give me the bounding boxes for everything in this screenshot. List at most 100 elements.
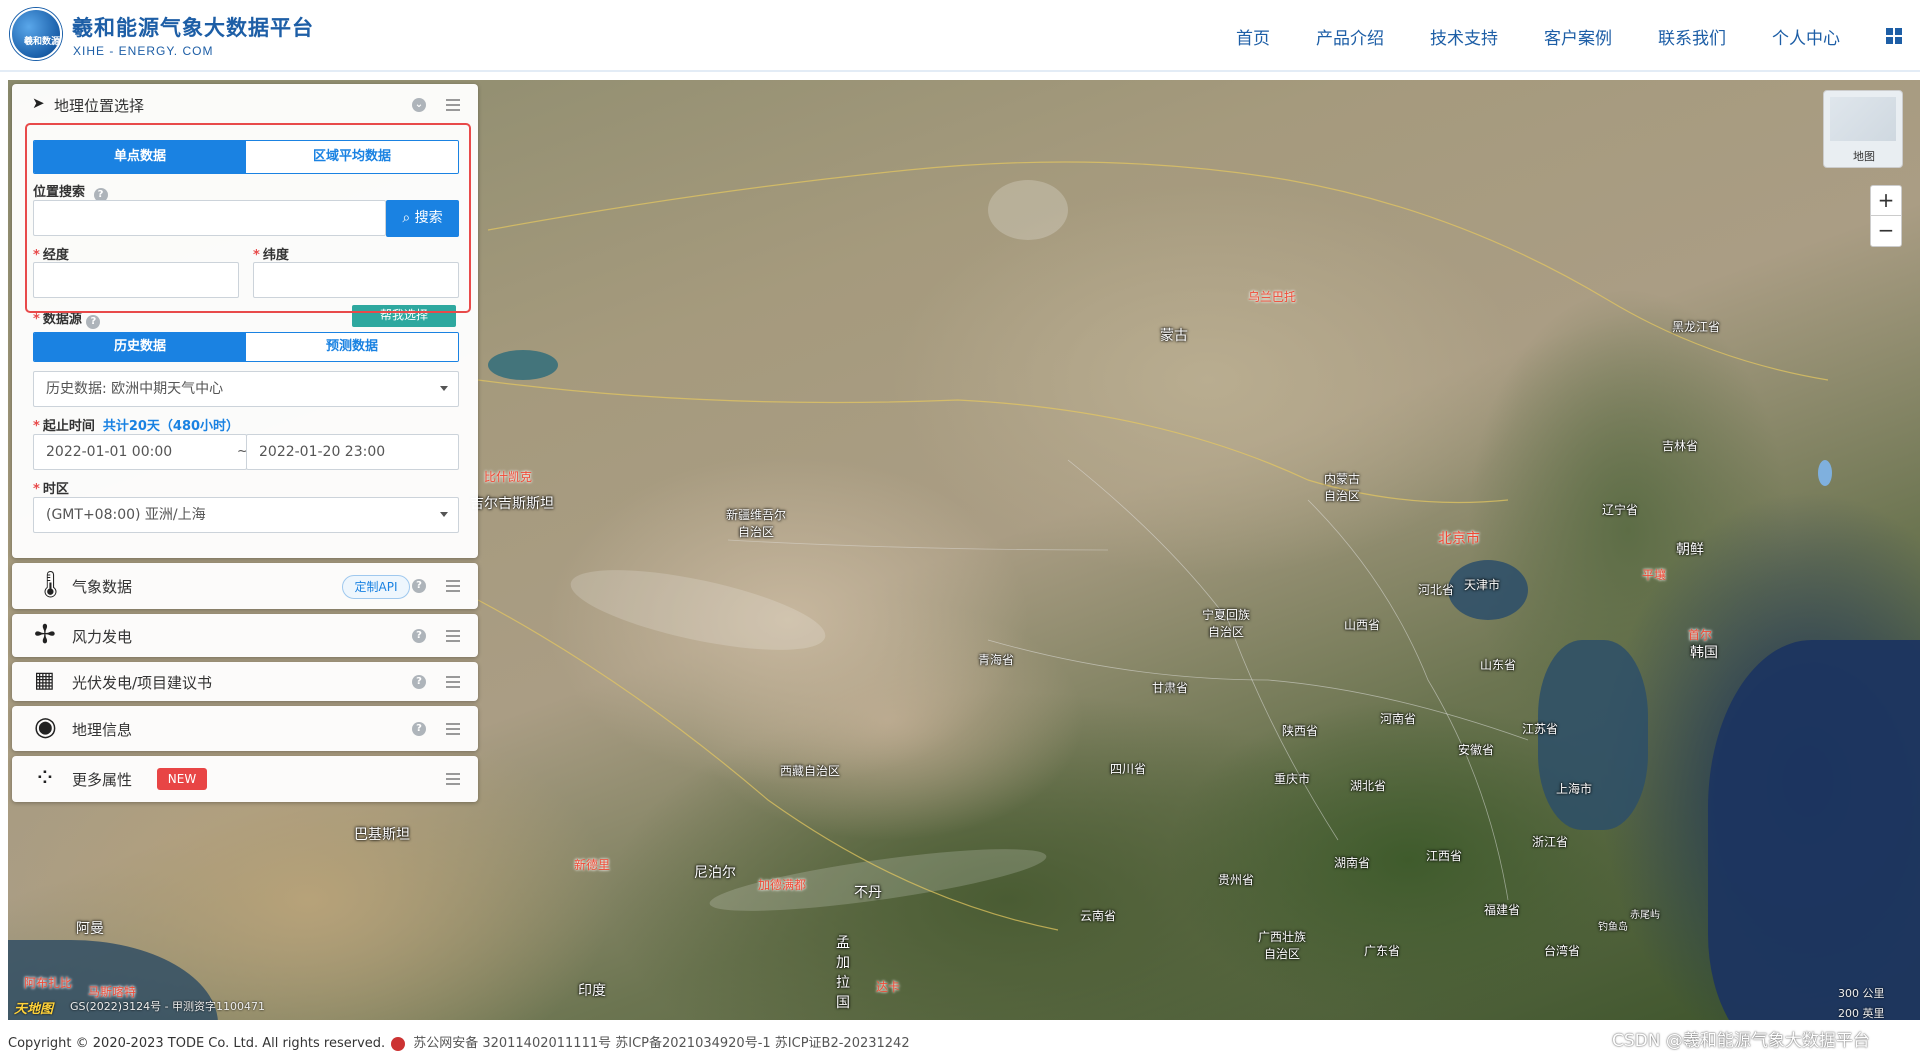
section-weather-data[interactable]: 🌡 气象数据 定制API ? xyxy=(12,563,478,609)
brand-title[interactable]: 羲和能源气象大数据平台 xyxy=(72,12,314,42)
label-hunan: 湖南省 xyxy=(1334,856,1371,870)
nav-user-center[interactable]: 个人中心 xyxy=(1772,24,1840,49)
label-tianjin: 天津市 xyxy=(1464,578,1501,592)
section-geo-info[interactable]: ◉ 地理信息 ? xyxy=(12,706,478,751)
scale-km: 300 公里 xyxy=(1838,987,1885,1000)
minimap-thumbnail xyxy=(1830,97,1896,141)
time-range-label: * 起止时间 共计20天（480小时） xyxy=(33,415,239,434)
logo-text: 羲和数源 xyxy=(23,37,60,47)
label-bangladesh: 孟 加 拉 国 xyxy=(836,932,850,1012)
copyright-text: Copyright © 2020-2023 TODE Co. Ltd. All … xyxy=(8,1036,386,1051)
label-shanxi: 山西省 xyxy=(1344,618,1381,632)
main-nav: 首页 产品介绍 技术支持 客户案例 联系我们 个人中心 xyxy=(1190,24,1840,49)
label-guizhou: 贵州省 xyxy=(1218,873,1255,887)
zoom-controls: + − xyxy=(1870,185,1902,247)
map-license: GS(2022)3124号 - 甲测资字1100471 xyxy=(70,1000,266,1013)
label-bhutan: 不丹 xyxy=(854,885,882,901)
label-bishkek: 比什凯克 xyxy=(484,470,533,484)
drag-handle-icon[interactable] xyxy=(446,630,460,642)
xinjiang-text: 新疆维吾尔 自治区 xyxy=(726,508,787,539)
datasource-select[interactable]: 历史数据: 欧洲中期天气中心 xyxy=(33,371,459,407)
nav-products[interactable]: 产品介绍 xyxy=(1316,24,1384,49)
drag-handle-icon[interactable] xyxy=(446,773,460,785)
new-badge: NEW xyxy=(157,768,207,790)
panel-title: 地理位置选择 xyxy=(54,97,145,115)
nav-cases[interactable]: 客户案例 xyxy=(1544,24,1612,49)
label-mongolia: 蒙古 xyxy=(1160,328,1188,344)
section-label: 更多属性 xyxy=(72,771,133,789)
highlight-box xyxy=(25,123,471,313)
section-label: 气象数据 xyxy=(72,578,133,596)
time-summary: 共计20天（480小时） xyxy=(102,419,240,434)
custom-api-button[interactable]: 定制API xyxy=(342,575,410,599)
required-star: * xyxy=(33,482,40,497)
nav-support[interactable]: 技术支持 xyxy=(1430,24,1498,49)
apps-grid-icon[interactable] xyxy=(1886,28,1902,44)
bangladesh-text: 孟 加 拉 国 xyxy=(836,935,850,1011)
datasource-label-text: 数据源 xyxy=(42,312,82,327)
label-shaanxi: 陕西省 xyxy=(1282,724,1319,738)
tab-history-data[interactable]: 历史数据 xyxy=(34,333,246,361)
label-zhejiang: 浙江省 xyxy=(1532,835,1569,849)
drag-handle-icon[interactable] xyxy=(446,676,460,688)
minimap-toggle[interactable]: 地图 xyxy=(1823,90,1903,168)
help-icon[interactable]: ? xyxy=(412,629,426,643)
drag-handle-icon[interactable] xyxy=(446,723,460,735)
label-fujian: 福建省 xyxy=(1484,903,1521,917)
start-time-input[interactable]: 2022-01-01 00:00 xyxy=(33,434,247,470)
zoom-in-button[interactable]: + xyxy=(1871,186,1901,216)
zoom-out-button[interactable]: − xyxy=(1871,216,1901,246)
section-more-attributes[interactable]: ⁘ 更多属性 NEW xyxy=(12,756,478,802)
label-north-korea: 朝鲜 xyxy=(1676,542,1704,558)
section-wind-power[interactable]: ✢ 风力发电 ? xyxy=(12,614,478,657)
timezone-label: * 时区 xyxy=(33,478,69,497)
help-icon[interactable]: ? xyxy=(412,579,426,593)
end-time-input[interactable]: 2022-01-20 23:00 xyxy=(246,434,459,470)
data-type-tabs: 历史数据 预测数据 xyxy=(33,332,459,362)
solar-panel-icon: ▦ xyxy=(34,668,55,693)
thermometer-sun-icon: 🌡 xyxy=(34,570,68,600)
datasource-value: 历史数据: 欧洲中期天气中心 xyxy=(46,381,224,397)
section-label: 风力发电 xyxy=(72,628,133,646)
timezone-select[interactable]: (GMT+08:00) 亚洲/上海 xyxy=(33,497,459,533)
label-beijing: 北京市 xyxy=(1438,531,1480,547)
label-jiangsu: 江苏省 xyxy=(1522,722,1559,736)
drag-handle-icon[interactable] xyxy=(446,99,460,111)
icp-text[interactable]: 苏公网安备 32011402011111号 苏ICP备2021034920号-1… xyxy=(413,1036,909,1051)
label-heilongjiang: 黑龙江省 xyxy=(1672,320,1721,334)
chevron-down-icon xyxy=(440,386,448,391)
label-new-delhi: 新德里 xyxy=(574,858,611,872)
label-seoul: 首尔 xyxy=(1688,628,1713,642)
nav-contact[interactable]: 联系我们 xyxy=(1658,24,1726,49)
label-kyrgyzstan: 吉尔吉斯斯坦 xyxy=(470,496,554,512)
guangxi-text: 广西壮族 自治区 xyxy=(1258,930,1307,961)
help-icon[interactable]: ? xyxy=(86,315,101,329)
label-dhaka: 达卡 xyxy=(876,980,901,994)
drag-handle-icon[interactable] xyxy=(446,580,460,592)
required-star: * xyxy=(33,312,40,327)
help-icon[interactable]: ? xyxy=(412,722,426,736)
footer-text: Copyright © 2020-2023 TODE Co. Ltd. All … xyxy=(8,1032,910,1051)
csdn-watermark: CSDN @羲和能源气象大数据平台 xyxy=(1612,1031,1870,1051)
chevron-down-icon xyxy=(440,512,448,517)
panel-header[interactable]: ➤ 地理位置选择 ⌄ xyxy=(12,84,478,124)
label-kathmandu: 加德满都 xyxy=(758,878,807,892)
label-pyongyang: 平壤 xyxy=(1642,568,1667,582)
label-yunnan: 云南省 xyxy=(1080,909,1117,923)
nav-home[interactable]: 首页 xyxy=(1236,24,1270,49)
timezone-value: (GMT+08:00) 亚洲/上海 xyxy=(46,507,206,523)
collapse-icon[interactable]: ⌄ xyxy=(412,98,426,112)
label-jilin: 吉林省 xyxy=(1662,439,1699,453)
brand-logo[interactable]: 羲和数源 xyxy=(10,8,62,60)
section-solar-power[interactable]: ▦ 光伏发电/项目建议书 ? xyxy=(12,662,478,701)
help-icon[interactable]: ? xyxy=(412,675,426,689)
label-pakistan: 巴基斯坦 xyxy=(354,827,410,843)
label-henan: 河南省 xyxy=(1380,712,1417,726)
label-oman: 阿曼 xyxy=(76,921,104,937)
tianditu-logo: 天地图 xyxy=(14,1002,54,1017)
label-diaoyu: 钓鱼岛 xyxy=(1598,922,1628,933)
label-inner-mongolia: 内蒙古 自治区 xyxy=(1324,470,1360,504)
label-hubei: 湖北省 xyxy=(1350,779,1387,793)
label-chongqing: 重庆市 xyxy=(1274,772,1311,786)
tab-forecast-data[interactable]: 预测数据 xyxy=(246,333,458,361)
